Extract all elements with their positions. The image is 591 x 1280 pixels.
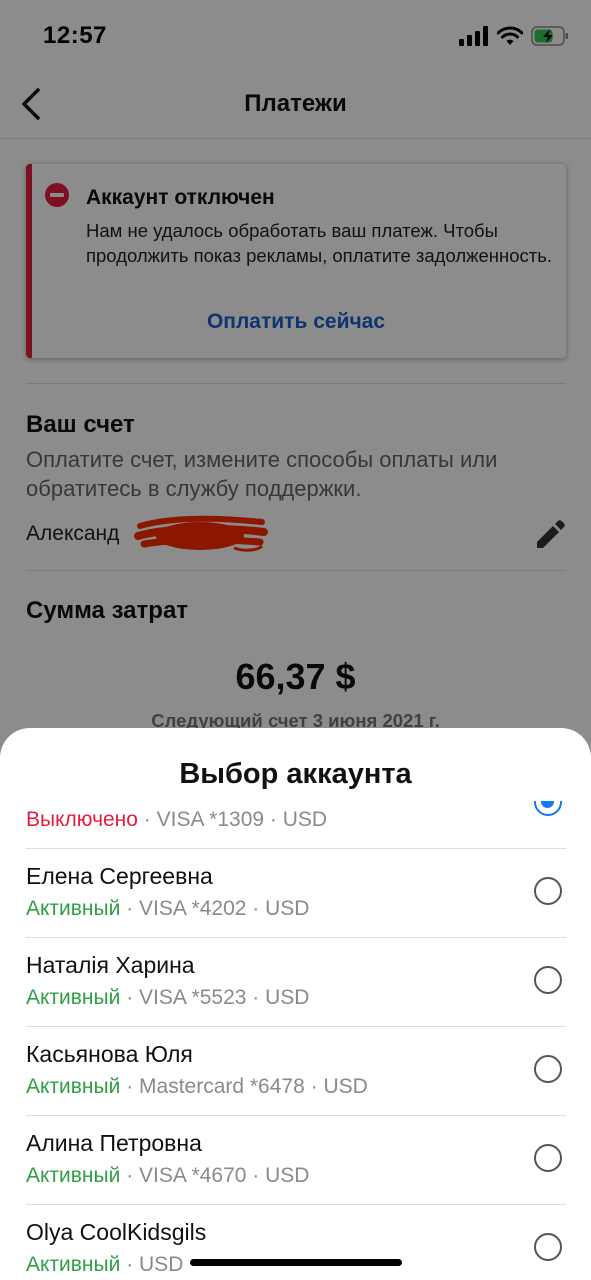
account-name: Алина Петровна — [26, 1130, 202, 1156]
account-row[interactable]: Olya CoolKidsgils Активный · USD — [0, 1205, 591, 1280]
sheet-title: Выбор аккаунта — [179, 758, 412, 790]
radio-button-icon[interactable] — [534, 877, 562, 905]
account-name: Елена Сергеевна — [26, 863, 213, 889]
account-status: Активный — [26, 897, 121, 920]
radio-button-icon[interactable] — [534, 1055, 562, 1083]
account-details: · VISA *1309 · USD — [137, 808, 328, 831]
account-name: Касьянова Юля — [26, 1041, 193, 1067]
account-row[interactable]: Выключено · VISA *1309 · USD — [0, 801, 591, 849]
account-status: Активный — [26, 1075, 121, 1098]
account-row[interactable]: Елена Сергеевна Активный · VISA *4202 · … — [0, 849, 591, 938]
account-name: Olya CoolKidsgils — [26, 1219, 207, 1245]
radio-button-icon[interactable] — [534, 1233, 562, 1261]
account-name: Наталія Харина — [26, 952, 195, 978]
account-meta: Активный · USD — [26, 1253, 183, 1277]
account-status: Активный — [26, 1253, 121, 1276]
account-meta: Активный · Mastercard *6478 · USD — [26, 1075, 368, 1099]
account-status: Активный — [26, 986, 121, 1009]
account-details: · Mastercard *6478 · USD — [120, 1075, 368, 1098]
account-meta: Активный · VISA *4202 · USD — [26, 897, 309, 921]
radio-button-icon[interactable] — [534, 801, 562, 816]
radio-button-icon[interactable] — [534, 966, 562, 994]
home-indicator[interactable] — [190, 1259, 402, 1266]
account-details: · VISA *4670 · USD — [120, 1164, 310, 1187]
account-picker-sheet: Выбор аккаунта Выключено · VISA *1309 · … — [0, 728, 591, 1280]
account-status: Активный — [26, 1164, 121, 1187]
account-row[interactable]: Наталія Харина Активный · VISA *5523 · U… — [0, 938, 591, 1027]
account-row[interactable]: Алина Петровна Активный · VISA *4670 · U… — [0, 1116, 591, 1205]
account-status: Выключено — [26, 808, 138, 831]
account-meta: Активный · VISA *5523 · USD — [26, 986, 309, 1010]
account-list[interactable]: Выключено · VISA *1309 · USD Елена Серге… — [0, 801, 591, 1280]
account-meta: Выключено · VISA *1309 · USD — [26, 808, 327, 832]
radio-button-icon[interactable] — [534, 1144, 562, 1172]
account-details: · VISA *5523 · USD — [120, 986, 310, 1009]
account-meta: Активный · VISA *4670 · USD — [26, 1164, 309, 1188]
account-details: · VISA *4202 · USD — [120, 897, 310, 920]
account-row[interactable]: Касьянова Юля Активный · Mastercard *647… — [0, 1027, 591, 1116]
account-details: · USD — [120, 1253, 184, 1276]
